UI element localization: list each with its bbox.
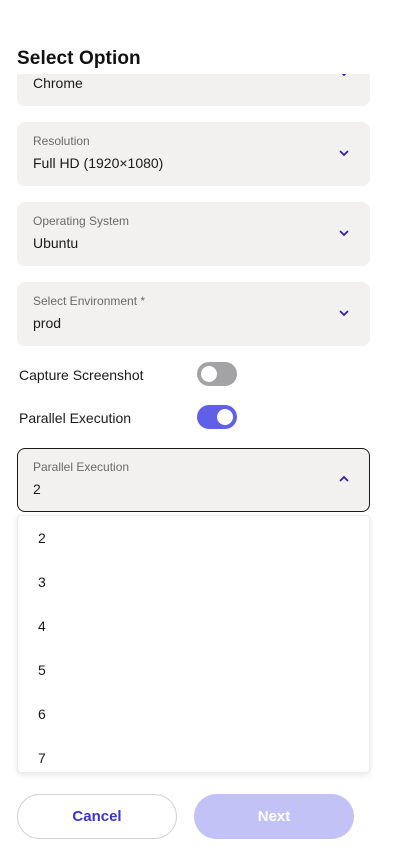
dialog-title: Select Option	[17, 48, 141, 69]
toggle-knob	[217, 409, 233, 425]
next-button[interactable]: Next	[194, 794, 354, 839]
parallel-execution-toggle[interactable]	[197, 405, 237, 429]
parallel-count-dropdown: 2 3 4 5 6 7	[17, 515, 370, 773]
dropdown-option[interactable]: 6	[18, 692, 369, 736]
toggle-knob	[201, 366, 217, 382]
parallel-execution-row: Parallel Execution	[19, 405, 249, 431]
parallel-count-label: Parallel Execution	[33, 460, 130, 474]
resolution-label: Resolution	[33, 134, 90, 148]
chevron-up-icon	[339, 476, 349, 482]
os-select[interactable]: Operating System Ubuntu	[17, 202, 370, 266]
parallel-count-value: 2	[33, 481, 41, 497]
dropdown-option[interactable]: 2	[18, 516, 369, 560]
environment-select[interactable]: Select Environment * prod	[17, 282, 370, 346]
browser-select-value: Chrome	[33, 75, 83, 91]
dropdown-option[interactable]: 7	[18, 736, 369, 772]
resolution-select[interactable]: Resolution Full HD (1920×1080)	[17, 122, 370, 186]
chevron-down-icon	[339, 150, 349, 156]
cancel-button[interactable]: Cancel	[17, 794, 177, 839]
capture-screenshot-row: Capture Screenshot	[19, 362, 249, 388]
dropdown-option[interactable]: 3	[18, 560, 369, 604]
chevron-down-icon	[339, 230, 349, 236]
environment-label: Select Environment *	[33, 294, 146, 308]
capture-screenshot-label: Capture Screenshot	[19, 367, 144, 383]
dropdown-option[interactable]: 4	[18, 604, 369, 648]
resolution-value: Full HD (1920×1080)	[33, 155, 164, 171]
capture-screenshot-toggle[interactable]	[197, 362, 237, 386]
dropdown-option[interactable]: 5	[18, 648, 369, 692]
os-label: Operating System	[33, 214, 130, 228]
parallel-execution-label: Parallel Execution	[19, 410, 132, 426]
chevron-down-icon	[339, 310, 349, 316]
os-value: Ubuntu	[33, 235, 79, 251]
parallel-count-select[interactable]: Parallel Execution 2	[17, 448, 370, 512]
environment-value: prod	[33, 315, 62, 331]
